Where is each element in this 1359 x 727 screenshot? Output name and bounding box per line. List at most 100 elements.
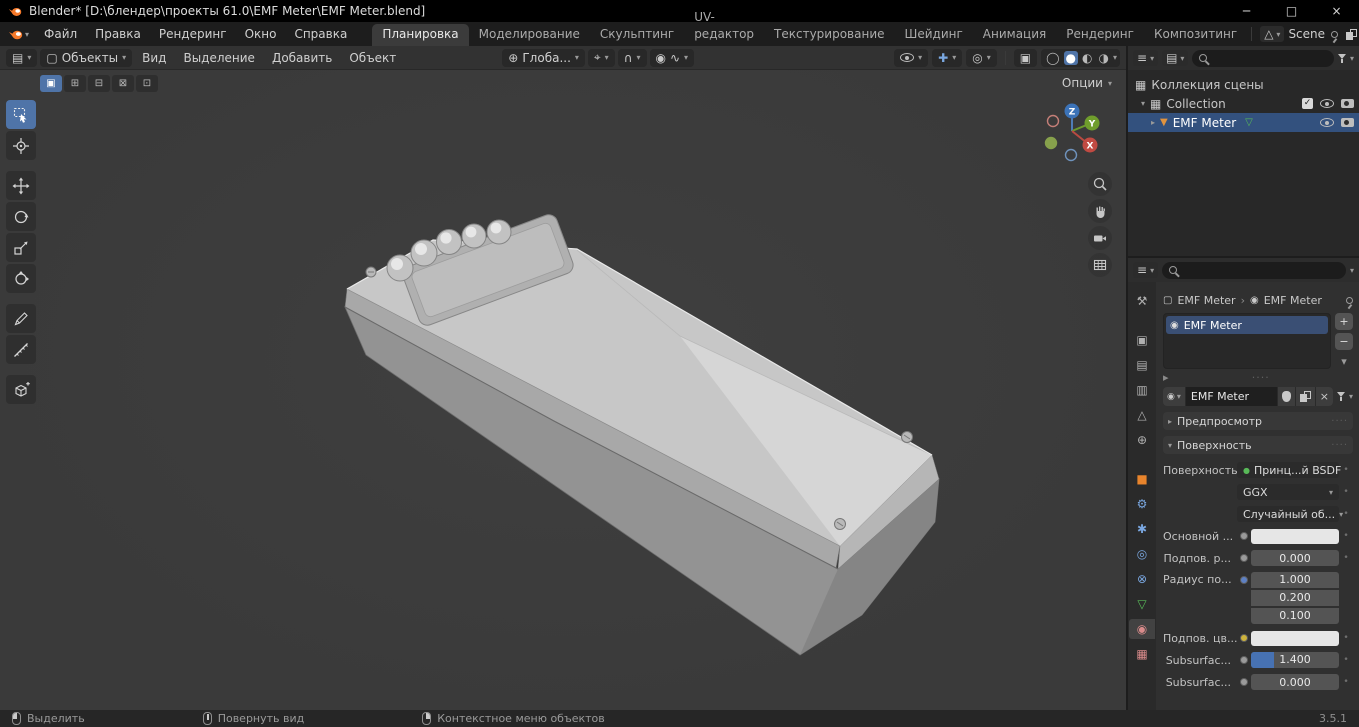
transform-orientation-dropdown[interactable]: ⊕ Глоба... ▾ — [502, 48, 585, 67]
tool-select-box[interactable] — [6, 100, 36, 129]
shading-wireframe-button[interactable]: ◯ — [1044, 51, 1061, 65]
panel-surface[interactable]: ▾ Поверхность ···· — [1163, 436, 1353, 454]
hide-viewport-toggle[interactable] — [1320, 99, 1334, 108]
menu-select[interactable]: Выделение — [176, 47, 261, 69]
input-socket-icon[interactable] — [1237, 678, 1251, 686]
close-button[interactable]: × — [1314, 0, 1359, 22]
menu-help[interactable]: Справка — [285, 22, 356, 46]
breadcrumb-object[interactable]: EMF Meter — [1177, 294, 1235, 307]
outliner-editor-type-button[interactable]: ≡ ▾ — [1133, 50, 1159, 66]
menu-add[interactable]: Добавить — [265, 47, 339, 69]
tab-output[interactable]: ▤ — [1129, 355, 1155, 375]
tab-object-data[interactable]: ▽ — [1129, 594, 1155, 614]
panel-preview[interactable]: ▸ Предпросмотр ···· — [1163, 412, 1353, 430]
input-socket-icon[interactable] — [1237, 634, 1251, 642]
hide-viewport-toggle[interactable] — [1320, 118, 1334, 127]
properties-search-input[interactable] — [1182, 263, 1339, 277]
tab-uv-editing[interactable]: UV-редактор — [684, 7, 764, 46]
tab-scene[interactable]: △ — [1129, 405, 1155, 425]
emf-meter-model[interactable] — [0, 70, 1126, 710]
tab-shading[interactable]: Шейдинг — [895, 24, 973, 46]
blender-menu-button[interactable]: ▾ — [0, 29, 35, 40]
tab-particles[interactable]: ✱ — [1129, 519, 1155, 539]
input-socket-icon[interactable] — [1237, 656, 1251, 664]
snap-toggle[interactable]: ∩ ▾ — [617, 48, 647, 67]
zoom-button[interactable] — [1088, 172, 1112, 196]
radius-y-field[interactable]: 0.200 — [1251, 589, 1339, 606]
tab-constraints[interactable]: ⊗ — [1129, 569, 1155, 589]
slot-specials-button[interactable]: ▾ — [1335, 353, 1353, 370]
decorator[interactable]: • — [1339, 531, 1353, 541]
scene-browse-button[interactable]: △ ▾ — [1260, 26, 1285, 42]
new-material-button[interactable] — [1295, 387, 1315, 406]
subsurface-color-swatch[interactable] — [1251, 630, 1339, 646]
menu-object[interactable]: Объект — [342, 47, 403, 69]
input-socket-icon[interactable] — [1237, 532, 1251, 540]
tool-scale[interactable] — [6, 233, 36, 262]
orthographic-toggle-button[interactable] — [1088, 253, 1112, 277]
shading-solid-button[interactable]: ● — [1063, 50, 1079, 65]
decorator[interactable]: • — [1339, 677, 1353, 687]
scene-new-button[interactable] — [1344, 28, 1359, 40]
pivot-point-dropdown[interactable]: ⌖ ▾ — [587, 48, 615, 67]
tab-animation[interactable]: Анимация — [973, 24, 1056, 46]
filter-icon[interactable] — [1337, 53, 1346, 63]
browse-material-button[interactable]: ◉ ▾ — [1163, 387, 1185, 406]
material-slot-row[interactable]: ◉ EMF Meter — [1166, 316, 1328, 334]
menu-render[interactable]: Рендеринг — [150, 22, 236, 46]
resize-grip[interactable]: ···· — [1252, 371, 1270, 384]
camera-view-button[interactable] — [1088, 226, 1112, 250]
axis-z-label[interactable]: Z — [1069, 108, 1076, 118]
select-mode-subtract[interactable]: ⊟ — [88, 75, 110, 92]
minimize-button[interactable]: ─ — [1224, 0, 1269, 22]
expand-icon[interactable]: ▸ — [1163, 371, 1169, 384]
tab-render[interactable]: ▣ — [1129, 330, 1155, 350]
gizmos-toggle[interactable]: ✚ ▾ — [932, 48, 963, 67]
menu-view[interactable]: Вид — [135, 47, 173, 69]
tab-texture-paint[interactable]: Текстурирование — [764, 24, 894, 46]
properties-editor-type-button[interactable]: ≡ ▾ — [1133, 262, 1159, 278]
shading-material-button[interactable]: ◐ — [1080, 51, 1094, 65]
tab-modeling[interactable]: Моделирование — [469, 24, 590, 46]
breadcrumb-material[interactable]: EMF Meter — [1264, 294, 1322, 307]
select-mode-extend[interactable]: ⊞ — [64, 75, 86, 92]
outliner-search[interactable] — [1192, 49, 1334, 67]
scene-name[interactable]: Scene — [1288, 27, 1325, 41]
visibility-dropdown[interactable]: ▾ — [894, 48, 929, 67]
surface-shader-button[interactable]: ● Принц...й BSDF — [1237, 462, 1341, 478]
menu-window[interactable]: Окно — [236, 22, 286, 46]
tab-texture[interactable]: ▦ — [1129, 644, 1155, 664]
radius-z-field[interactable]: 0.100 — [1251, 607, 1339, 624]
distribution-dropdown[interactable]: GGX ▾ — [1237, 484, 1339, 500]
properties-search[interactable] — [1162, 261, 1346, 279]
tool-move[interactable] — [6, 171, 36, 200]
pin-id-icon[interactable] — [1346, 296, 1353, 309]
maximize-button[interactable]: □ — [1269, 0, 1314, 22]
axis-x-label[interactable]: X — [1087, 142, 1094, 152]
outliner-row-collection[interactable]: ▾ ▦ Collection ✓ — [1128, 94, 1359, 113]
tool-measure[interactable] — [6, 335, 36, 364]
fake-user-button[interactable] — [1277, 387, 1295, 406]
decorator[interactable]: • — [1339, 465, 1353, 475]
tab-compositing[interactable]: Композитинг — [1144, 24, 1247, 46]
outliner-row-scene-collection[interactable]: ▦ Коллекция сцены — [1128, 75, 1359, 94]
tab-tool[interactable]: ⚒ — [1129, 291, 1155, 311]
subsurface-ior-slider[interactable]: 1.400 — [1251, 652, 1339, 668]
xray-toggle[interactable]: ▣ — [1013, 48, 1038, 67]
tool-options-dropdown[interactable]: Опции ▾ — [1062, 76, 1112, 90]
tool-cursor[interactable] — [6, 131, 36, 160]
tab-view-layer[interactable]: ▥ — [1129, 380, 1155, 400]
scene-pin-button[interactable] — [1329, 30, 1340, 43]
remove-slot-button[interactable]: − — [1335, 333, 1353, 350]
tool-rotate[interactable] — [6, 202, 36, 231]
tab-object[interactable]: ■ — [1129, 469, 1155, 489]
proportional-editing-toggle[interactable]: ◉ ∿ ▾ — [649, 48, 695, 67]
disclosure-triangle-icon[interactable]: ▾ — [1141, 99, 1145, 108]
tab-physics[interactable]: ◎ — [1129, 544, 1155, 564]
decorator[interactable]: • — [1339, 655, 1353, 665]
decorator[interactable]: • — [1339, 487, 1353, 497]
shading-rendered-button[interactable]: ◑ — [1097, 51, 1111, 65]
tab-layout[interactable]: Планировка — [372, 24, 469, 46]
decorator[interactable]: • — [1339, 633, 1353, 643]
disable-render-toggle[interactable] — [1341, 118, 1354, 127]
